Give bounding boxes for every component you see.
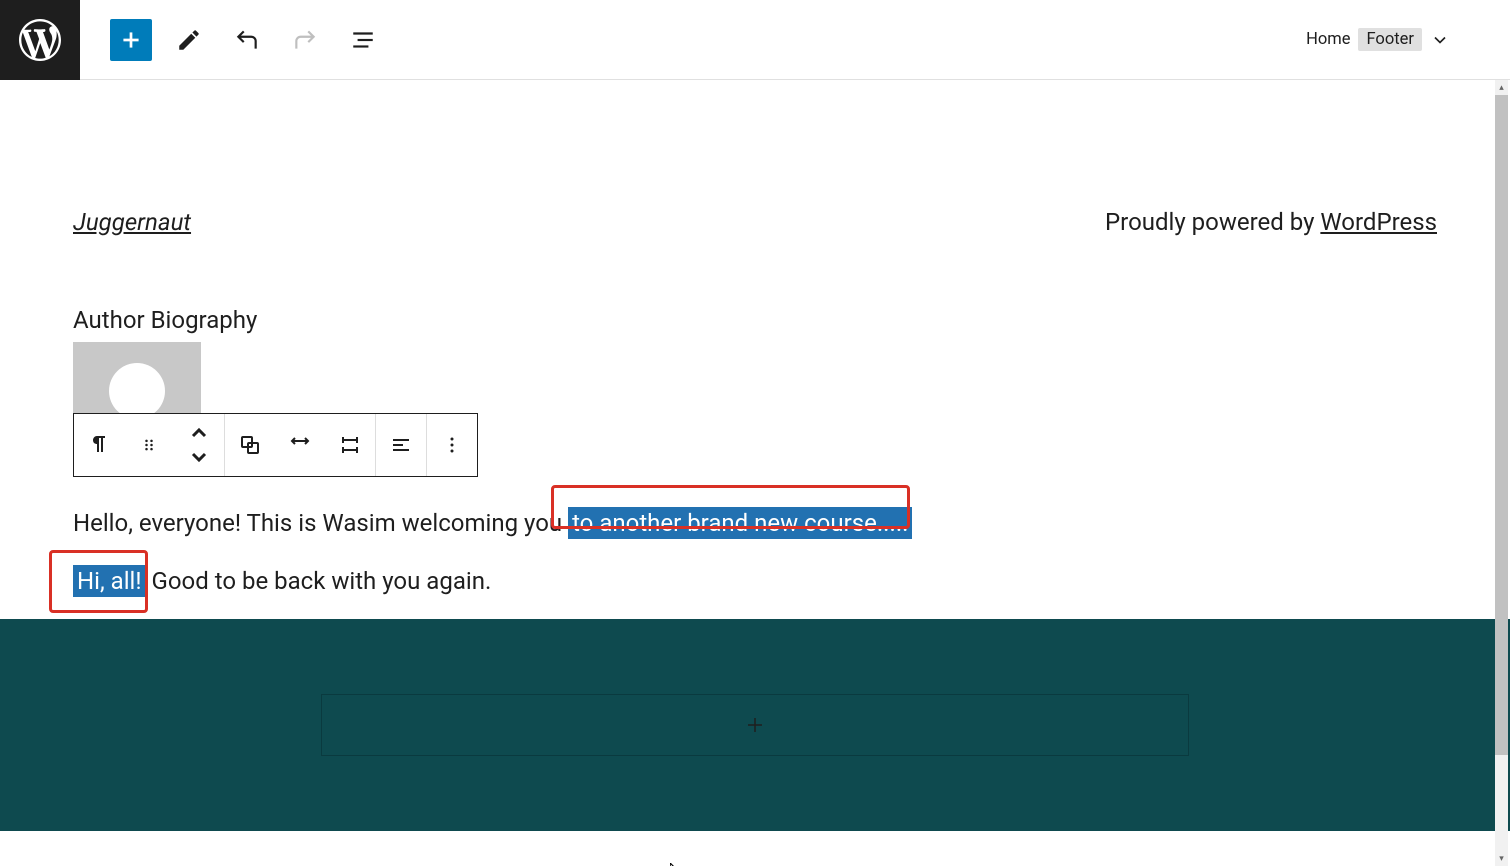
- site-title-link[interactable]: Juggernaut: [73, 208, 191, 236]
- align-button[interactable]: [275, 414, 325, 476]
- text-align-button[interactable]: [376, 414, 426, 476]
- breadcrumb-current: Footer: [1358, 28, 1422, 51]
- selected-text-1: to another brand new course.....: [568, 507, 912, 539]
- scroll-down-button[interactable]: ▾: [1495, 851, 1508, 866]
- toolbar-left-group: [80, 19, 384, 61]
- wordpress-logo-button[interactable]: [0, 0, 80, 80]
- undo-button[interactable]: [226, 19, 268, 61]
- more-options-button[interactable]: [427, 414, 477, 476]
- move-up-down-button[interactable]: [174, 414, 224, 476]
- select-parent-button[interactable]: [225, 414, 275, 476]
- author-avatar[interactable]: [73, 342, 201, 414]
- chevron-up-icon: [187, 421, 211, 445]
- wordpress-link[interactable]: WordPress: [1320, 208, 1437, 236]
- avatar-placeholder-icon: [109, 363, 165, 419]
- paragraph-1[interactable]: Hello, everyone! This is Wasim welcoming…: [73, 505, 1437, 541]
- document-overview-button[interactable]: [342, 19, 384, 61]
- block-toolbar: [73, 413, 478, 477]
- breadcrumb[interactable]: Home Footer: [1306, 28, 1450, 51]
- editor-canvas[interactable]: Juggernaut Proudly powered by WordPress …: [0, 80, 1510, 866]
- footer-row: Juggernaut Proudly powered by WordPress: [73, 80, 1437, 306]
- vertical-scrollbar[interactable]: ▴ ▾: [1495, 80, 1508, 866]
- author-biography-heading[interactable]: Author Biography: [73, 306, 1437, 334]
- chevron-down-icon: [1430, 30, 1450, 50]
- toolbar-right-group: Home Footer: [1306, 28, 1510, 51]
- paragraph-block-type-button[interactable]: [74, 414, 124, 476]
- scroll-thumb[interactable]: [1495, 95, 1508, 755]
- add-block-placeholder[interactable]: [321, 694, 1189, 756]
- plus-icon: [743, 713, 767, 737]
- breadcrumb-root: Home: [1306, 30, 1350, 49]
- width-button[interactable]: [325, 414, 375, 476]
- chevron-down-icon: [187, 445, 211, 469]
- scroll-up-button[interactable]: ▴: [1495, 80, 1508, 95]
- dark-footer-section[interactable]: [0, 619, 1510, 831]
- selected-text-2: Hi, all!: [73, 565, 146, 597]
- drag-handle-button[interactable]: [124, 414, 174, 476]
- paragraph-2[interactable]: Hi, all! Good to be back with you again.: [73, 563, 1437, 599]
- editor-toolbar: Home Footer: [0, 0, 1510, 80]
- add-block-button[interactable]: [110, 19, 152, 61]
- powered-by-text: Proudly powered by WordPress: [1105, 208, 1437, 236]
- edit-tool-button[interactable]: [168, 19, 210, 61]
- redo-button: [284, 19, 326, 61]
